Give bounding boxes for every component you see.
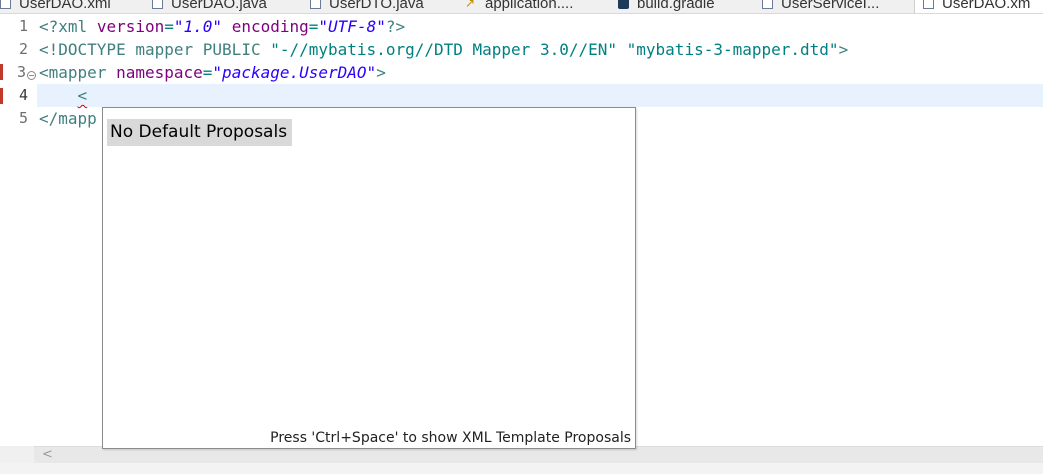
tab-userdto-java[interactable]: UserDTO.java <box>310 0 424 13</box>
bottom-strip <box>0 463 1043 474</box>
xml-file-icon <box>0 0 11 9</box>
line-number-ruler: 1 2 3 4 5 − <box>0 14 36 446</box>
closing-mapper-tag: </mapp <box>39 109 97 128</box>
xml-decl-name: xml <box>58 17 88 36</box>
ruler-corner <box>0 446 34 463</box>
code-line-5: </mapp <box>39 107 97 130</box>
tab-label: UserDTO.java <box>329 0 424 12</box>
line-number: 1 <box>18 17 28 35</box>
gradle-file-icon <box>618 0 629 9</box>
value-namespace: "package.UserDAO" <box>212 63 377 82</box>
error-marker[interactable] <box>0 88 3 104</box>
java-file-icon <box>310 0 321 9</box>
line-number: 5 <box>18 109 28 127</box>
editor-tab-bar: UserDAO.xml UserDAO.java UserDTO.java ↗ … <box>0 0 1043 14</box>
tab-userdao-xml-1[interactable]: UserDAO.xml <box>0 0 111 13</box>
equals-sign: = <box>308 17 319 36</box>
annotation-strip <box>0 14 3 446</box>
tab-label: application.... <box>485 0 574 12</box>
tab-label: UserDAO.xm <box>942 0 1031 12</box>
line-number: 3 <box>16 63 26 81</box>
code-line-4: < <box>39 84 88 107</box>
tab-userservice[interactable]: UserServiceI... <box>762 0 880 13</box>
doctype-system-id: "mybatis-3-mapper.dtd" <box>626 40 839 59</box>
tab-label: UserServiceI... <box>781 0 880 12</box>
content-assist-popup[interactable]: No Default Proposals Press 'Ctrl+Space' … <box>102 107 636 449</box>
value-encoding: "UTF-8" <box>318 17 386 36</box>
value-version: "1.0" <box>173 17 223 36</box>
java-file-icon <box>762 0 773 9</box>
tag-open: < <box>39 63 49 82</box>
equals-sign: = <box>164 17 174 36</box>
equals-sign: = <box>202 63 213 82</box>
tab-label: UserDAO.xml <box>19 0 111 12</box>
error-marker[interactable] <box>0 64 3 80</box>
doctype-keyword: DOCTYPE <box>58 40 126 59</box>
tag-mapper: mapper <box>48 63 107 82</box>
doctype-public: PUBLIC <box>202 40 261 59</box>
doctype-open: <! <box>39 40 59 59</box>
attr-version: version <box>96 17 165 36</box>
xml-decl-open: <? <box>39 17 59 36</box>
tab-build-gradle[interactable]: build.gradle <box>618 0 715 13</box>
tag-close: > <box>376 63 386 82</box>
tab-application-properties[interactable]: ↗ application.... <box>465 0 574 13</box>
scroll-left-arrow-icon[interactable]: < <box>42 447 54 463</box>
line-number: 2 <box>18 40 28 58</box>
proposal-item[interactable]: No Default Proposals <box>107 119 293 146</box>
incomplete-tag: < <box>77 86 88 105</box>
properties-file-icon: ↗ <box>465 0 476 10</box>
attr-encoding: encoding <box>231 17 309 36</box>
content-assist-status: Press 'Ctrl+Space' to show XML Template … <box>270 430 631 446</box>
line-number-current: 4 <box>18 86 28 104</box>
code-line-2: <!DOCTYPE mapper PUBLIC "-//mybatis.org/… <box>39 38 848 61</box>
attr-namespace: namespace <box>116 63 203 82</box>
doctype-close: > <box>838 40 849 59</box>
xml-decl-close: ?> <box>385 17 406 36</box>
code-line-3: <mapper namespace="package.UserDAO"> <box>39 61 386 84</box>
collapse-fold-icon[interactable]: − <box>27 71 36 80</box>
tab-label: UserDAO.java <box>171 0 267 12</box>
tab-label: build.gradle <box>637 0 715 12</box>
code-line-1: <?xml version="1.0" encoding="UTF-8"?> <box>39 15 405 38</box>
current-line-highlight <box>37 84 1043 107</box>
java-file-icon <box>152 0 163 9</box>
doctype-public-id: "-//mybatis.org//DTD Mapper 3.0//EN" <box>270 40 617 59</box>
tab-userdao-xml-active[interactable]: UserDAO.xm <box>914 0 1043 13</box>
tab-userdao-java[interactable]: UserDAO.java <box>152 0 267 13</box>
doctype-name: mapper <box>135 40 194 59</box>
xml-file-icon <box>923 0 934 9</box>
